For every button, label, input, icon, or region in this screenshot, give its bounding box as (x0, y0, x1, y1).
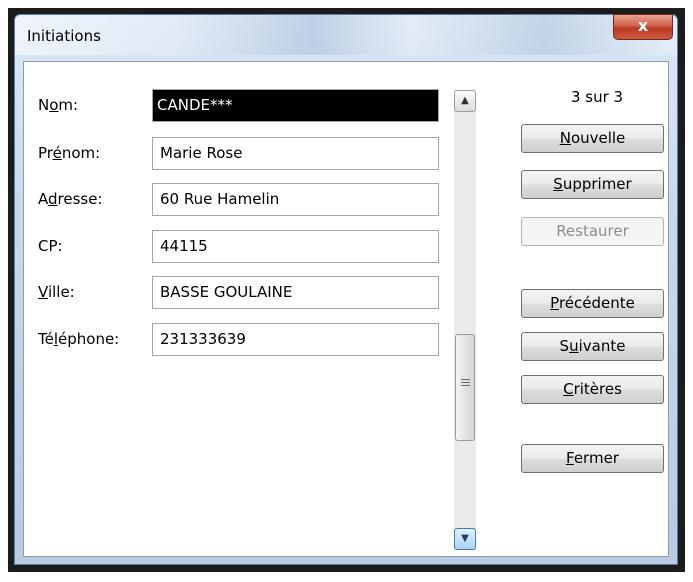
adresse-field[interactable]: 60 Rue Hamelin (152, 183, 439, 216)
label-adresse: Adresse: (38, 190, 103, 208)
next-button[interactable]: Suivante (521, 332, 664, 361)
label-ville: Ville: (38, 283, 75, 301)
grip-icon (461, 379, 470, 380)
close-window-button[interactable]: x (613, 14, 673, 40)
criteria-button[interactable]: Critères (521, 375, 664, 404)
label-prenom: Prénom: (38, 144, 101, 162)
prenom-field[interactable]: Marie Rose (152, 137, 439, 170)
ville-field[interactable]: BASSE GOULAINE (152, 276, 439, 309)
close-button[interactable]: Fermer (521, 444, 664, 473)
cp-field[interactable]: 44115 (152, 230, 439, 263)
record-counter: 3 sur 3 (570, 88, 624, 106)
telephone-field[interactable]: 231333639 (152, 323, 439, 356)
scroll-thumb[interactable] (455, 334, 475, 441)
label-cp: CP: (38, 237, 63, 255)
window-title: Initiations (27, 27, 101, 45)
previous-button[interactable]: Précédente (521, 289, 664, 318)
scroll-up-arrow-icon[interactable]: ▲ (454, 90, 476, 112)
restore-button[interactable]: Restaurer (521, 217, 664, 246)
dialog-window: Initiations x Nom: CANDE*** Prénom: Mari… (14, 14, 678, 565)
scroll-down-arrow-icon[interactable]: ▼ (454, 528, 476, 550)
new-record-button[interactable]: Nouvelle (521, 124, 664, 153)
form-panel: Nom: CANDE*** Prénom: Marie Rose Adresse… (23, 61, 669, 557)
nom-field[interactable]: CANDE*** (152, 89, 439, 122)
delete-button[interactable]: Supprimer (521, 170, 664, 199)
record-scrollbar[interactable]: ▲ ▼ (454, 90, 476, 550)
label-telephone: Téléphone: (38, 330, 120, 348)
label-nom: Nom: (38, 96, 79, 114)
